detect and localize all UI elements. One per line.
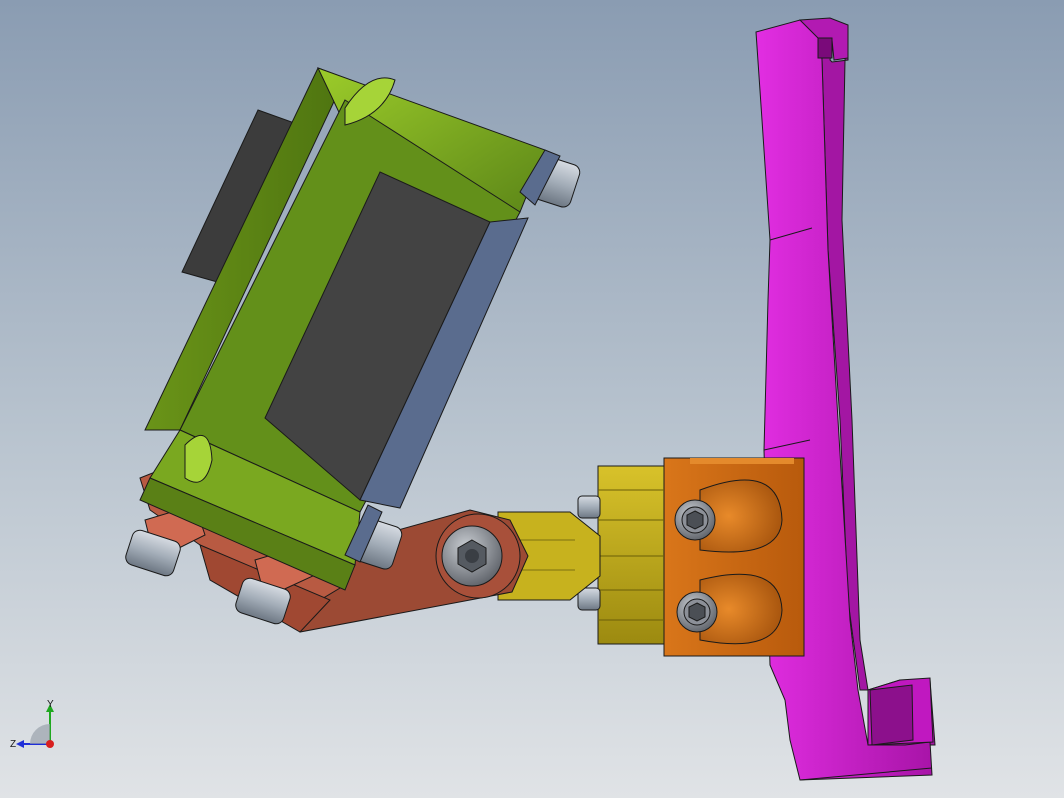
triad-plane-icon xyxy=(30,724,50,744)
assembly-model[interactable] xyxy=(0,0,1064,798)
z-axis-arrow-icon xyxy=(16,740,24,748)
coordinate-triad[interactable]: Y Z xyxy=(8,698,68,758)
y-axis-label: Y xyxy=(47,699,54,710)
cap-screw-lower xyxy=(676,591,718,633)
cap-screw-upper xyxy=(674,499,716,541)
pivot-hex-bolt xyxy=(441,525,503,587)
cad-viewport[interactable]: Y Z xyxy=(0,0,1064,798)
hook-bracket[interactable] xyxy=(755,17,936,781)
z-axis-label: Z xyxy=(10,739,16,750)
clamp-block[interactable] xyxy=(663,457,805,657)
x-axis-point-icon xyxy=(46,740,54,748)
